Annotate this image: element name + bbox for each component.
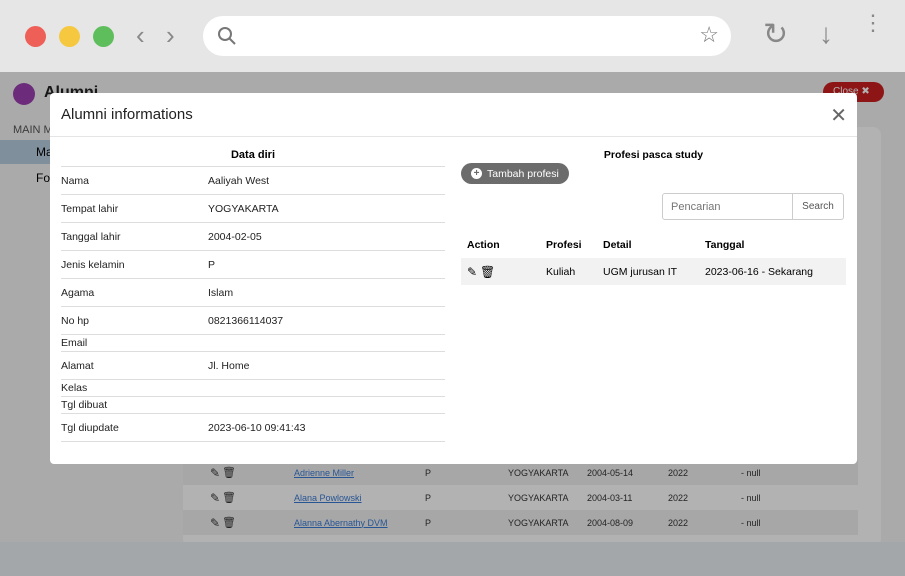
field-label: Alamat [61,359,94,372]
search-form: Search [662,193,844,220]
data-diri-section: Data diri Nama Aaliyah West Tempat lahir YO… [61,145,445,442]
cell-tanggal: 2023-06-16 - Sekarang [705,265,813,278]
field-row: Tempat lahir YOGYAKARTA [61,195,445,223]
header-profesi: Profesi [546,238,582,251]
download-icon[interactable]: ↓ [819,18,833,50]
field-value: YOGYAKARTA [208,202,279,215]
cell-detail: UGM jurusan IT [603,265,678,278]
profesi-section: Profesi pasca study + Tambah profesi Sear… [461,145,846,285]
field-label: Email [61,337,88,349]
field-label: Jenis kelamin [61,258,125,271]
field-row: Tgl diupdate 2023-06-10 09:41:43 [61,414,445,442]
field-label: Tgl dibuat [61,399,108,411]
field-value: Aaliyah West [208,174,270,187]
search-button[interactable]: Search [793,193,844,220]
forward-icon[interactable]: › [166,20,175,51]
back-icon[interactable]: ‹ [136,20,145,51]
field-value: Jl. Home [208,359,250,372]
field-label: Kelas [61,382,88,394]
search-input[interactable] [662,193,793,220]
field-label: Agama [61,286,95,299]
header-action: Action [467,238,500,251]
field-value: 2004-02-05 [208,230,262,243]
address-bar[interactable]: ☆ [203,16,731,56]
menu-icon[interactable]: ⋮ [862,12,884,34]
search-icon [218,27,236,45]
modal-title: Alumni informations [50,93,857,137]
table-header: Action Profesi Detail Tanggal [461,231,846,258]
add-profession-label: Tambah profesi [487,167,559,180]
field-label: Nama [61,174,90,187]
field-value: 2023-06-10 09:41:43 [208,421,306,434]
field-label: No hp [61,314,90,327]
browser-toolbar: ‹ › ☆ ↻ ↓ ⋮ [0,0,905,72]
field-value: Islam [208,286,234,299]
field-row: Jenis kelamin P [61,251,445,279]
field-row: Tanggal lahir 2004-02-05 [61,223,445,251]
add-profession-button[interactable]: + Tambah profesi [461,163,569,184]
field-row: Tgl dibuat [61,397,445,414]
field-label: Tgl diupdate [61,421,119,434]
field-label: Tempat lahir [61,202,119,215]
cell-profesi: Kuliah [546,265,576,278]
data-diri-heading: Data diri [61,145,445,167]
alumni-info-modal: Alumni informations ✕ Data diri Nama Aali… [50,93,857,464]
field-row: Nama Aaliyah West [61,167,445,195]
window-maximize-button[interactable] [93,26,114,47]
field-value: 0821366114037 [208,314,284,327]
field-row: No hp 0821366114037 [61,307,445,335]
plus-circle-icon: + [471,168,482,179]
window-minimize-button[interactable] [59,26,80,47]
reload-icon[interactable]: ↻ [763,17,788,52]
header-detail: Detail [603,238,632,251]
header-tanggal: Tanggal [705,238,745,251]
star-icon[interactable]: ☆ [699,22,719,48]
field-row: Email [61,335,445,352]
field-row: Agama Islam [61,279,445,307]
status-bar [0,542,905,576]
trash-icon[interactable]: 🗑 [480,265,495,279]
field-label: Tanggal lahir [61,230,121,243]
field-value: P [208,258,216,271]
profesi-heading: Profesi pasca study [603,149,704,161]
field-row: Kelas [61,380,445,397]
field-row: Alamat Jl. Home [61,352,445,380]
window-close-button[interactable] [25,26,46,47]
table-row: ✎ 🗑 Kuliah UGM jurusan IT 2023-06-16 - S… [461,258,846,285]
edit-icon[interactable]: ✎ [467,265,477,279]
close-icon[interactable]: ✕ [830,103,847,128]
